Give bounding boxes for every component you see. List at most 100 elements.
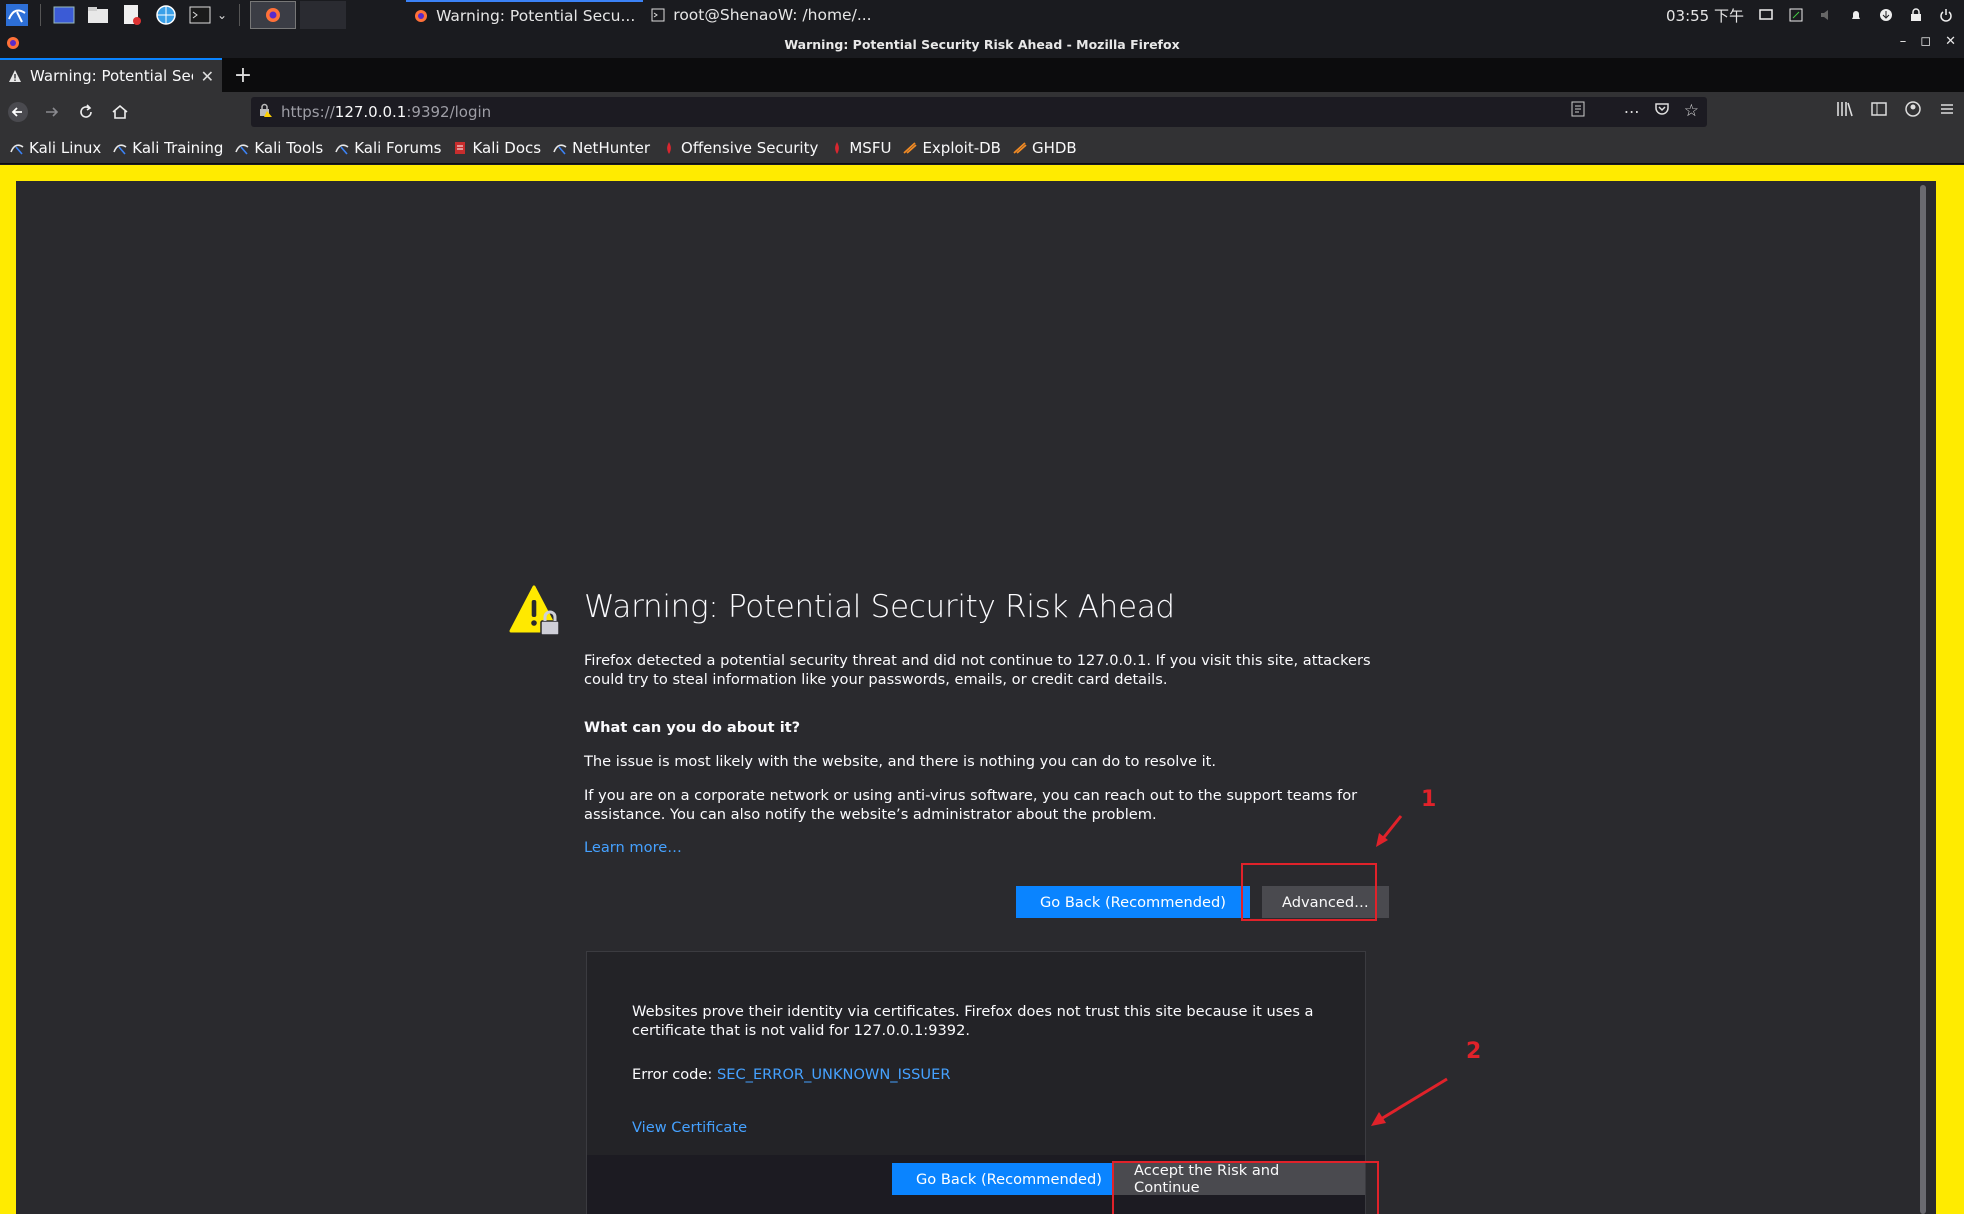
page-scrollbar[interactable] (1920, 185, 1926, 1214)
bookmark-label: Kali Forums (354, 138, 442, 157)
annotation-box-advanced (1241, 863, 1377, 921)
home-button[interactable] (104, 96, 136, 128)
annotation-number-1: 1 (1421, 787, 1437, 812)
offsec-icon (662, 141, 676, 155)
tab-title: Warning: Potential Security Risk Ahead (30, 67, 193, 85)
text-editor-icon[interactable] (118, 1, 146, 29)
os-top-panel: ⌄ Warning: Potential Secu... root@Shenao… (0, 0, 1964, 30)
annotation-arrow-1 (1376, 815, 1403, 847)
view-certificate-link[interactable]: View Certificate (632, 1119, 747, 1136)
new-tab-button[interactable]: + (226, 58, 260, 92)
url-bar[interactable]: https:// 127.0.0.1 :9392/login ⋯ ☆ (251, 97, 1707, 127)
bookmark-offensive-security[interactable]: Offensive Security (662, 139, 818, 157)
lock-screen-icon[interactable] (1908, 7, 1924, 23)
panel-separator (239, 4, 241, 26)
workspace-2[interactable] (300, 1, 347, 29)
terminal-launcher-icon[interactable] (186, 1, 214, 29)
kali-icon (235, 141, 249, 155)
error-content: Warning: Potential Security Risk Ahead F… (584, 583, 1374, 856)
error-page: Warning: Potential Security Risk Ahead F… (16, 181, 1936, 1214)
bookmark-ghdb[interactable]: GHDB (1013, 139, 1077, 157)
firefox-icon (6, 36, 20, 53)
what-can-you-do-heading: What can you do about it? (584, 719, 801, 736)
workspace-1[interactable] (250, 1, 297, 29)
notification-bell-icon[interactable] (1848, 7, 1864, 23)
bookmark-msfu[interactable]: MSFU (830, 139, 891, 157)
window-title: Warning: Potential Security Risk Ahead -… (784, 36, 1180, 52)
home-icon (112, 104, 128, 119)
bookmark-exploit-db[interactable]: Exploit-DB (903, 139, 1001, 157)
terminal-icon (651, 8, 665, 22)
bookmark-kali-linux[interactable]: Kali Linux (10, 139, 101, 157)
kali-icon (335, 141, 349, 155)
close-icon[interactable]: ✕ (1945, 34, 1956, 49)
file-manager-icon[interactable] (84, 1, 112, 29)
bookmark-kali-docs[interactable]: Kali Docs (453, 139, 541, 157)
insecure-lock-icon[interactable] (257, 102, 273, 122)
url-scheme: https:// (281, 103, 335, 121)
page-actions-icon[interactable]: ⋯ (1624, 102, 1640, 121)
sidebar-icon[interactable] (1870, 100, 1888, 122)
minimize-icon[interactable]: – (1900, 34, 1907, 49)
tab-strip: Warning: Potential Security Risk Ahead ✕… (0, 58, 1964, 92)
warning-icon (9, 70, 21, 82)
bookmark-star-icon[interactable]: ☆ (1684, 101, 1699, 121)
firefox-icon (266, 8, 281, 22)
show-desktop-icon[interactable] (50, 1, 78, 29)
clock[interactable]: 03:55 下午 (1666, 5, 1744, 26)
reload-icon (80, 104, 92, 118)
bookmark-kali-tools[interactable]: Kali Tools (235, 139, 323, 157)
maximize-icon[interactable]: ◻ (1920, 34, 1931, 49)
reload-button[interactable] (70, 96, 102, 128)
annotation-box-accept (1112, 1161, 1379, 1214)
bookmark-kali-forums[interactable]: Kali Forums (335, 139, 441, 157)
forward-button[interactable] (36, 96, 68, 128)
go-back-button[interactable]: Go Back (Recommended) (1016, 886, 1250, 918)
web-browser-icon[interactable] (152, 1, 180, 29)
taskbar-window-label: root@ShenaoW: /home/... (673, 6, 872, 24)
kali-icon (113, 141, 127, 155)
bookmark-kali-training[interactable]: Kali Training (113, 139, 223, 157)
exploitdb-icon (903, 141, 918, 155)
taskbar-window-terminal[interactable]: root@ShenaoW: /home/... (643, 0, 879, 30)
account-icon[interactable] (1904, 100, 1922, 122)
bookmark-label: MSFU (849, 138, 892, 157)
bookmarks-toolbar: Kali Linux Kali Training Kali Tools Kali Fo… (0, 132, 1964, 164)
panel-separator (40, 4, 41, 26)
forward-arrow-icon (46, 107, 59, 117)
library-icon[interactable] (1836, 100, 1854, 122)
navigation-toolbar: https:// 127.0.0.1 :9392/login ⋯ ☆ (0, 92, 1964, 132)
taskbar-window-firefox[interactable]: Warning: Potential Secu... (406, 0, 644, 30)
tab-security-warning[interactable]: Warning: Potential Security Risk Ahead ✕ (0, 58, 222, 92)
network-icon[interactable] (1788, 7, 1804, 23)
highlighted-content-frame: Warning: Potential Security Risk Ahead F… (0, 165, 1964, 1214)
display-icon[interactable] (1758, 7, 1774, 23)
error-code-link[interactable]: SEC_ERROR_UNKNOWN_ISSUER (717, 1066, 951, 1083)
pocket-icon[interactable] (1654, 101, 1670, 121)
certificate-explanation: Websites prove their identity via certif… (632, 1003, 1314, 1039)
bookmark-label: Kali Linux (29, 138, 102, 157)
go-back-button-secondary[interactable]: Go Back (Recommended) (892, 1163, 1126, 1195)
kali-docs-icon (453, 141, 467, 155)
bookmark-label: Offensive Security (681, 138, 819, 157)
bookmark-label: Kali Tools (254, 138, 324, 157)
firefox-icon (415, 10, 428, 22)
close-tab-icon[interactable]: ✕ (201, 67, 214, 86)
hamburger-menu-icon[interactable] (1938, 100, 1956, 122)
kali-menu-icon[interactable] (3, 1, 31, 29)
page-title: Warning: Potential Security Risk Ahead (584, 589, 1175, 625)
window-title-bar[interactable]: Warning: Potential Security Risk Ahead -… (0, 30, 1964, 58)
learn-more-link[interactable]: Learn more… (584, 839, 682, 856)
power-icon[interactable] (1938, 7, 1954, 23)
bookmark-nethunter[interactable]: NetHunter (553, 139, 650, 157)
reader-view-icon[interactable] (1570, 101, 1586, 121)
chevron-down-icon[interactable]: ⌄ (217, 8, 227, 22)
kali-icon (553, 141, 567, 155)
back-button[interactable] (2, 96, 34, 128)
annotation-number-2: 2 (1466, 1039, 1482, 1064)
update-icon[interactable] (1878, 7, 1894, 23)
bookmark-label: NetHunter (572, 138, 651, 157)
volume-icon[interactable] (1818, 7, 1834, 23)
threat-description: Firefox detected a potential security th… (584, 652, 1371, 688)
system-tray: 03:55 下午 (1666, 5, 1964, 26)
